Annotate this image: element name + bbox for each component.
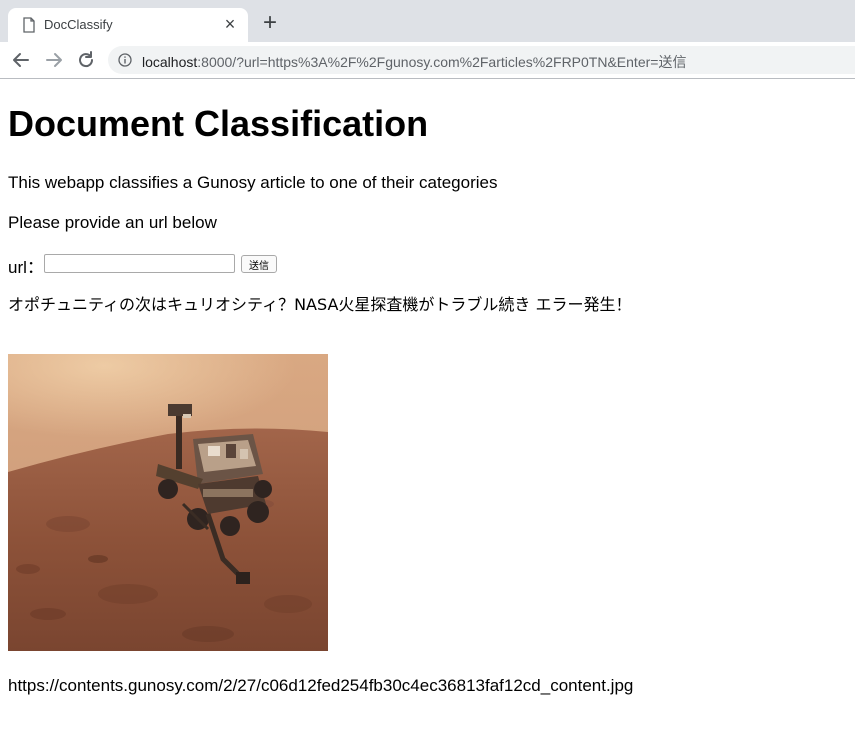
close-icon[interactable]: × [220, 14, 240, 34]
address-bar[interactable]: localhost:8000/?url=https%3A%2F%2Fgunosy… [108, 46, 855, 74]
plus-icon[interactable]: + [258, 11, 282, 36]
reload-icon[interactable] [74, 48, 98, 72]
intro-text: This webapp classifies a Gunosy article … [8, 173, 498, 192]
browser-tabstrip: DocClassify × + [0, 0, 855, 42]
arrow-forward-icon[interactable] [42, 48, 66, 72]
tab-title: DocClassify [44, 17, 113, 32]
url-input[interactable] [44, 254, 235, 273]
address-url[interactable]: localhost:8000/?url=https%3A%2F%2Fgunosy… [142, 52, 686, 72]
submit-button[interactable]: 送信 [241, 255, 277, 273]
mars-rover-photo [8, 354, 328, 651]
prompt-text: Please provide an url below [8, 213, 217, 232]
url-label: url： [8, 258, 44, 277]
arrow-back-icon[interactable] [9, 48, 33, 72]
document-icon [23, 17, 35, 33]
article-title: オポチュニティの次はキュリオシティ？NASA火星探査機がトラブル続き エラー発生… [8, 295, 632, 314]
image-url-text: https://contents.gunosy.com/2/27/c06d12f… [8, 676, 634, 695]
browser-tab[interactable]: DocClassify × [8, 8, 248, 42]
article-image [8, 354, 328, 651]
info-icon[interactable] [118, 53, 132, 67]
browser-toolbar: localhost:8000/?url=https%3A%2F%2Fgunosy… [0, 42, 855, 79]
url-path: :8000/?url=https%3A%2F%2Fgunosy.com%2Far… [197, 54, 687, 70]
page-title: Document Classification [8, 103, 429, 144]
url-host: localhost [142, 54, 198, 70]
